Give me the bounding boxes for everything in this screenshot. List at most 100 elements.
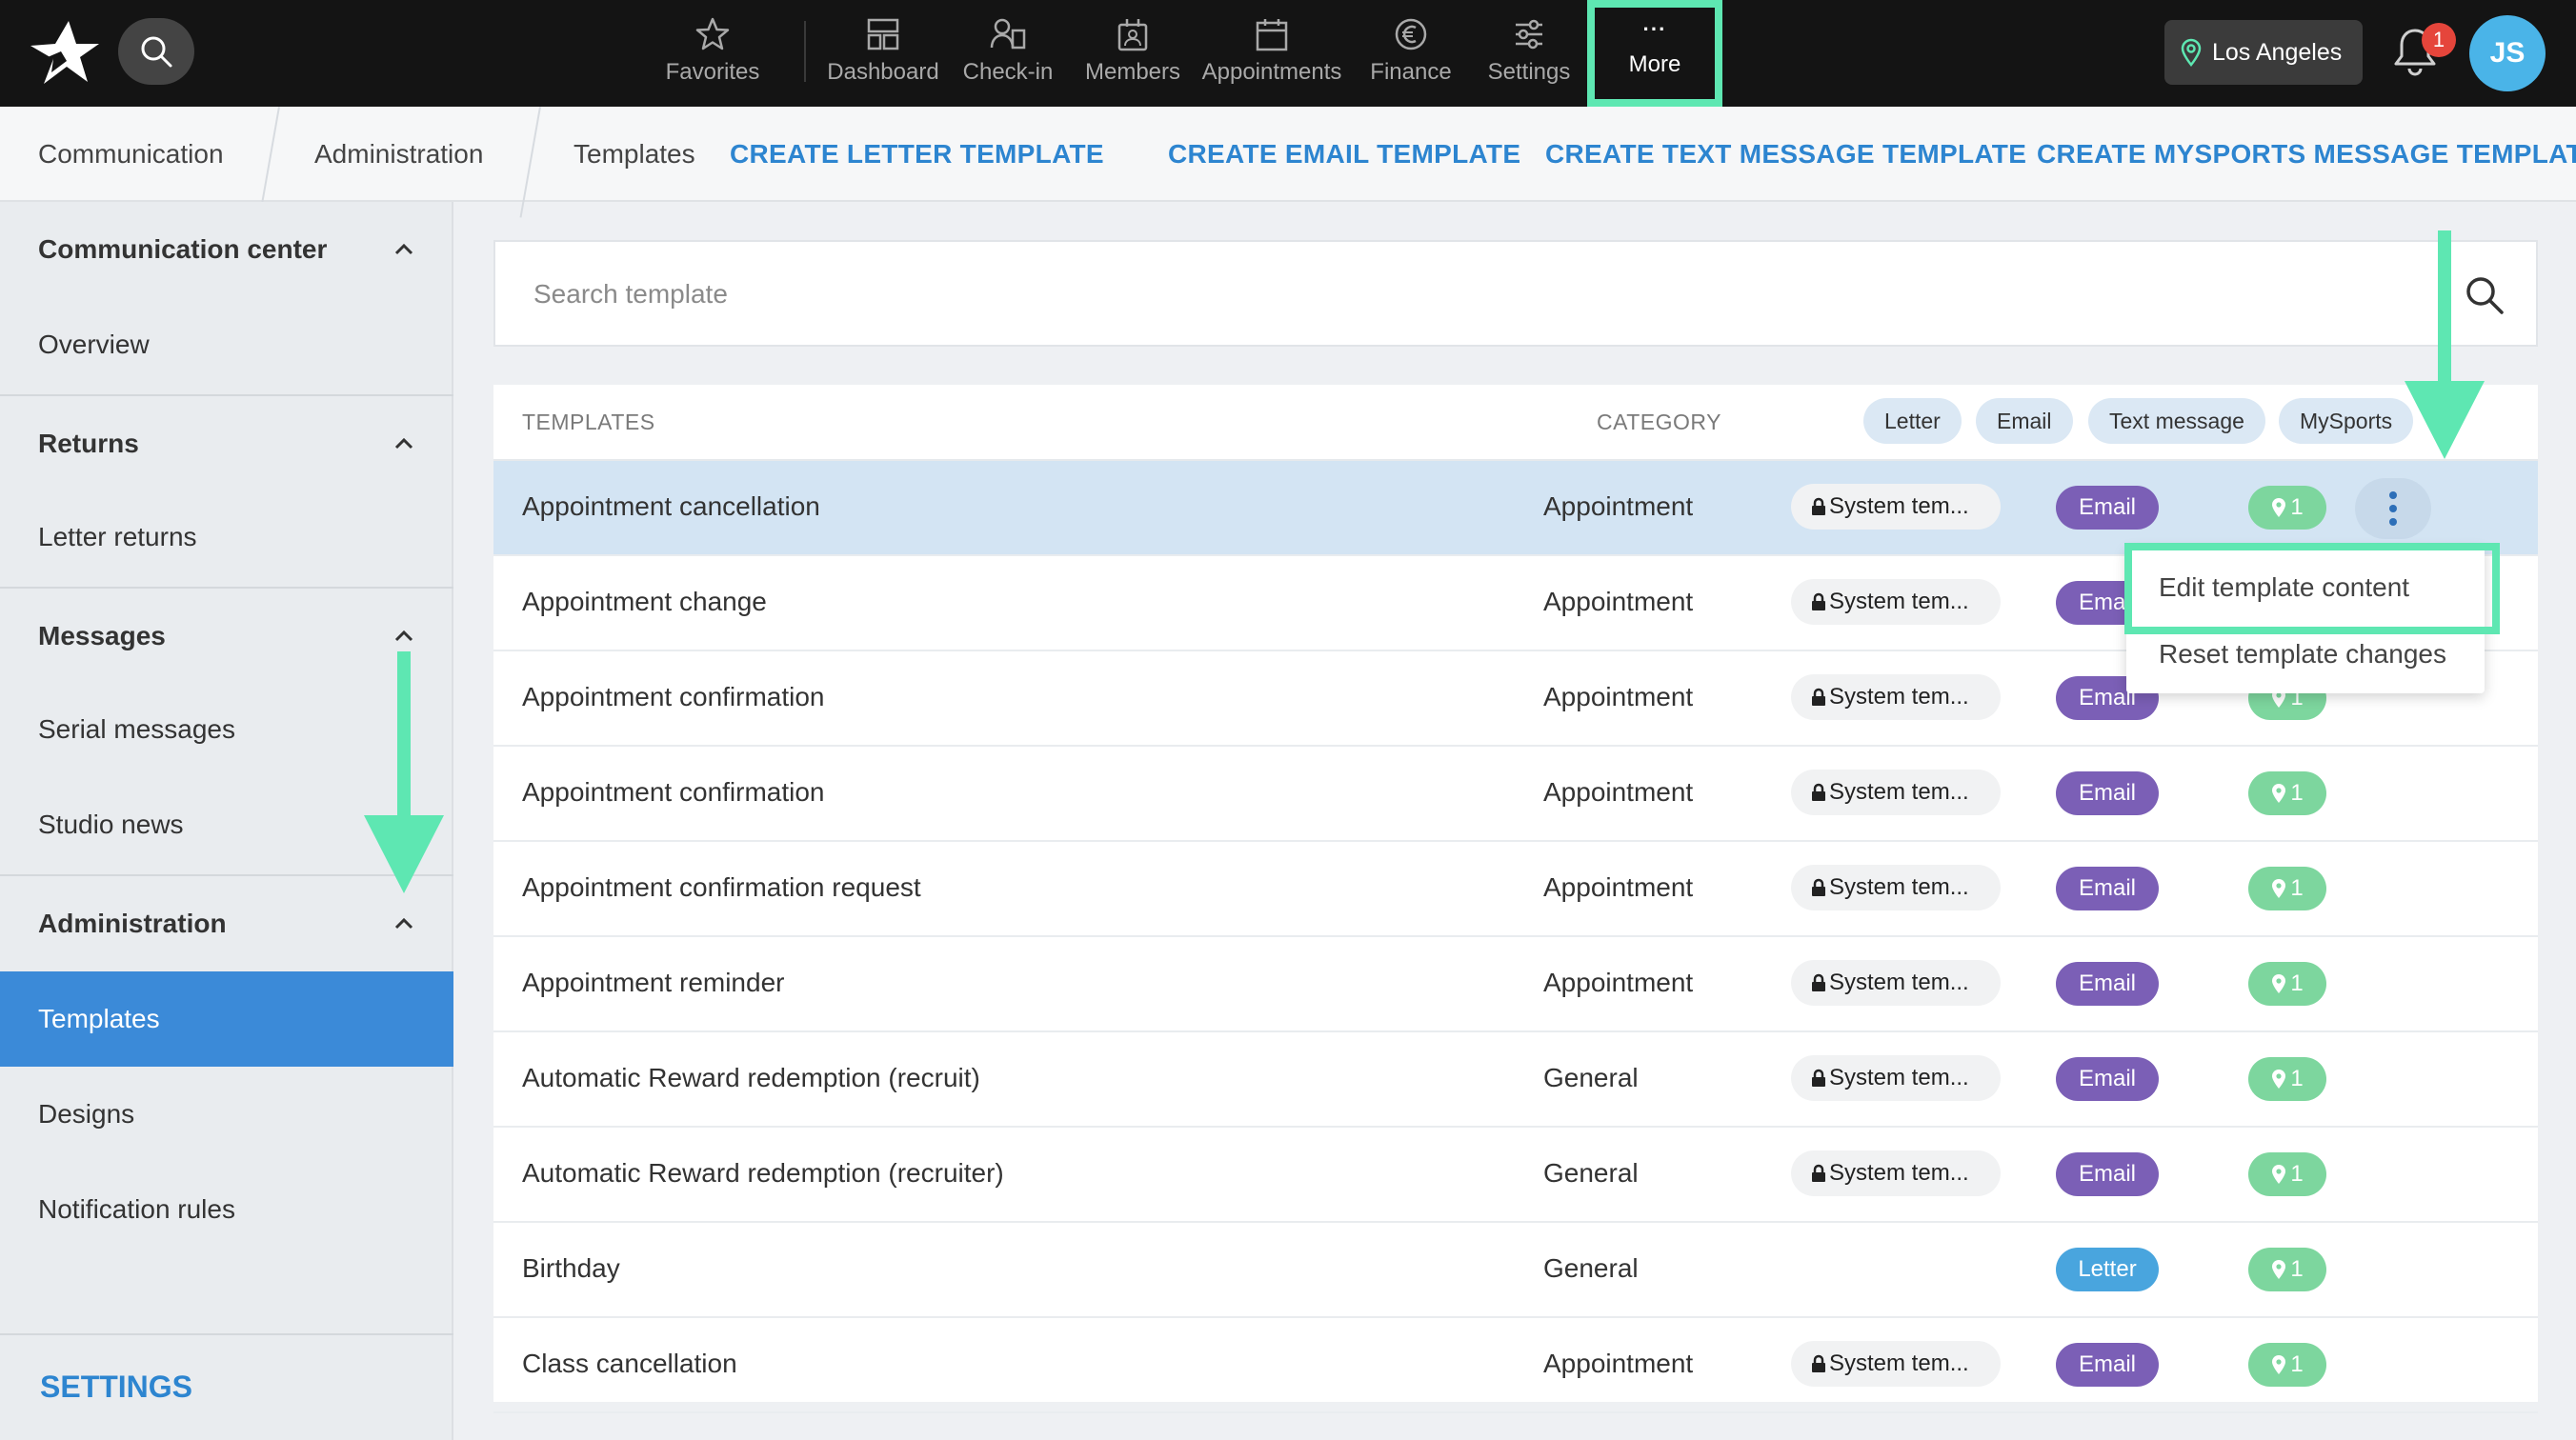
- search-icon[interactable]: [2464, 274, 2506, 316]
- nav-finance-label: Finance: [1370, 59, 1452, 85]
- nav-more-label: More: [1628, 51, 1681, 77]
- nav-dashboard[interactable]: Dashboard: [823, 0, 943, 107]
- sliders-icon: [1516, 19, 1542, 50]
- channel-badge: Email: [2056, 771, 2159, 815]
- breadcrumb-templates[interactable]: Templates: [574, 107, 695, 202]
- location-count: 1: [2290, 780, 2304, 806]
- table-row[interactable]: Appointment cancellation Appointment Syste…: [493, 461, 2538, 556]
- sidebar-item-serial-messages[interactable]: Serial messages: [0, 682, 453, 777]
- sidebar-item-letter-returns[interactable]: Letter returns: [0, 490, 453, 585]
- star-icon: [695, 17, 730, 50]
- nav-check-in[interactable]: Check-in: [943, 0, 1073, 107]
- template-name: Appointment confirmation: [522, 682, 825, 711]
- location-count-badge: 1: [2248, 1057, 2326, 1101]
- table-row[interactable]: Appointment confirmation request Appointm…: [493, 842, 2538, 937]
- column-header-templates: TEMPLATES: [522, 410, 655, 434]
- system-template-badge: System tem...: [1791, 1055, 2001, 1101]
- system-template-badge: System tem...: [1791, 674, 2001, 720]
- location-count-badge: 1: [2248, 1343, 2326, 1387]
- sidebar-item-notification-rules[interactable]: Notification rules: [0, 1162, 453, 1257]
- location-count: 1: [2290, 1256, 2304, 1282]
- create-text-message-template-link[interactable]: CREATE TEXT MESSAGE TEMPLATE: [1545, 107, 2026, 202]
- channel-badge: Email: [2056, 867, 2159, 910]
- location-count: 1: [2290, 970, 2304, 996]
- breadcrumb-communication[interactable]: Communication: [38, 107, 224, 202]
- create-letter-template-link[interactable]: CREATE LETTER TEMPLATE: [730, 107, 1104, 202]
- system-template-label: System tem...: [1829, 589, 1969, 614]
- filter-chip-text-message[interactable]: Text message: [2088, 398, 2265, 444]
- nav-favorites-label: Favorites: [665, 59, 760, 85]
- sidebar-item-overview[interactable]: Overview: [0, 297, 453, 392]
- table-row[interactable]: Appointment reminder Appointment System te…: [493, 937, 2538, 1032]
- table-row[interactable]: Automatic Reward redemption (recruit) Gen…: [493, 1032, 2538, 1128]
- map-pin-icon: [2181, 38, 2202, 67]
- user-avatar[interactable]: JS: [2469, 15, 2546, 91]
- template-search-box: [493, 240, 2538, 347]
- sidebar-item-label: Studio news: [38, 810, 184, 839]
- channel-badge: Letter: [2056, 1248, 2159, 1291]
- table-row[interactable]: Automatic Reward redemption (recruiter) G…: [493, 1128, 2538, 1223]
- sidebar-section-administration[interactable]: Administration: [0, 876, 453, 971]
- sidebar-item-templates[interactable]: Templates: [0, 971, 453, 1067]
- sidebar-section-communication-center[interactable]: Communication center: [0, 202, 453, 297]
- channel-badge: Email: [2056, 1343, 2159, 1387]
- map-pin-icon: [2272, 974, 2286, 993]
- location-selector[interactable]: Los Angeles: [2164, 20, 2363, 85]
- sidebar-section-returns[interactable]: Returns: [0, 396, 453, 491]
- template-search-input[interactable]: [533, 270, 2248, 318]
- chevron-up-icon: [394, 437, 413, 450]
- template-category: Appointment: [1543, 587, 1694, 616]
- sidebar-item-label: Letter returns: [38, 522, 197, 551]
- sidebar-item-designs[interactable]: Designs: [0, 1067, 453, 1162]
- template-name: Appointment cancellation: [522, 491, 820, 521]
- nav-settings[interactable]: Settings: [1471, 0, 1587, 107]
- sidebar-item-studio-news[interactable]: Studio news: [0, 777, 453, 872]
- template-category: Appointment: [1543, 968, 1694, 997]
- nav-appointments-label: Appointments: [1201, 59, 1342, 85]
- map-pin-icon: [2272, 498, 2286, 517]
- templates-table: TEMPLATES CATEGORY Letter Email Text mes…: [493, 385, 2538, 1413]
- filter-chip-letter[interactable]: Letter: [1863, 398, 1962, 444]
- dashboard-icon: [867, 18, 899, 50]
- system-template-label: System tem...: [1829, 1350, 1969, 1376]
- table-row[interactable]: Appointment confirmation Appointment Syste…: [493, 747, 2538, 842]
- system-template-badge: System tem...: [1791, 579, 2001, 625]
- row-actions-button[interactable]: [2355, 478, 2431, 539]
- table-row[interactable]: Birthday General Letter 1: [493, 1223, 2538, 1318]
- template-name: Appointment confirmation: [522, 777, 825, 807]
- system-template-label: System tem...: [1829, 684, 1969, 710]
- channel-badge: Email: [2056, 1057, 2159, 1101]
- menu-item-reset-template-changes[interactable]: Reset template changes: [2126, 621, 2485, 688]
- nav-appointments[interactable]: Appointments: [1193, 0, 1351, 107]
- table-header: TEMPLATES CATEGORY Letter Email Text mes…: [493, 385, 2538, 461]
- lock-icon: [1812, 1069, 1825, 1087]
- global-search-button[interactable]: [118, 18, 194, 85]
- nav-finance[interactable]: Finance: [1351, 0, 1471, 107]
- column-header-category[interactable]: CATEGORY: [1597, 410, 1721, 435]
- create-mysports-message-template-link[interactable]: CREATE MYSPORTS MESSAGE TEMPLATE: [2037, 107, 2576, 202]
- create-email-template-link[interactable]: CREATE EMAIL TEMPLATE: [1168, 107, 1520, 202]
- filter-chip-mysports[interactable]: MySports: [2279, 398, 2414, 444]
- lock-icon: [1812, 878, 1825, 896]
- template-name: Appointment confirmation request: [522, 872, 921, 902]
- sidebar-section-label: Communication center: [38, 234, 328, 264]
- chevron-up-icon: [394, 917, 413, 930]
- check-in-icon: [990, 18, 1026, 50]
- system-template-badge: System tem...: [1791, 484, 2001, 530]
- breadcrumb-separator: [526, 107, 554, 202]
- filter-chip-email[interactable]: Email: [1976, 398, 2073, 444]
- sidebar-item-label: Templates: [38, 1004, 160, 1033]
- nav-favorites[interactable]: Favorites: [638, 0, 787, 107]
- menu-item-edit-template-content[interactable]: Edit template content: [2126, 554, 2485, 621]
- nav-members[interactable]: Members: [1073, 0, 1193, 107]
- lock-icon: [1812, 1354, 1825, 1372]
- lock-icon: [1812, 592, 1825, 610]
- sidebar-settings-link[interactable]: SETTINGS: [40, 1370, 192, 1405]
- breadcrumb-administration[interactable]: Administration: [314, 107, 483, 202]
- nav-dashboard-label: Dashboard: [827, 59, 939, 85]
- table-row[interactable]: Class cancellation Appointment System tem.…: [493, 1318, 2538, 1413]
- nav-settings-label: Settings: [1487, 59, 1571, 85]
- app-logo-icon[interactable]: [27, 19, 99, 86]
- nav-more[interactable]: ··· More: [1587, 0, 1722, 107]
- sidebar-section-messages[interactable]: Messages: [0, 589, 453, 684]
